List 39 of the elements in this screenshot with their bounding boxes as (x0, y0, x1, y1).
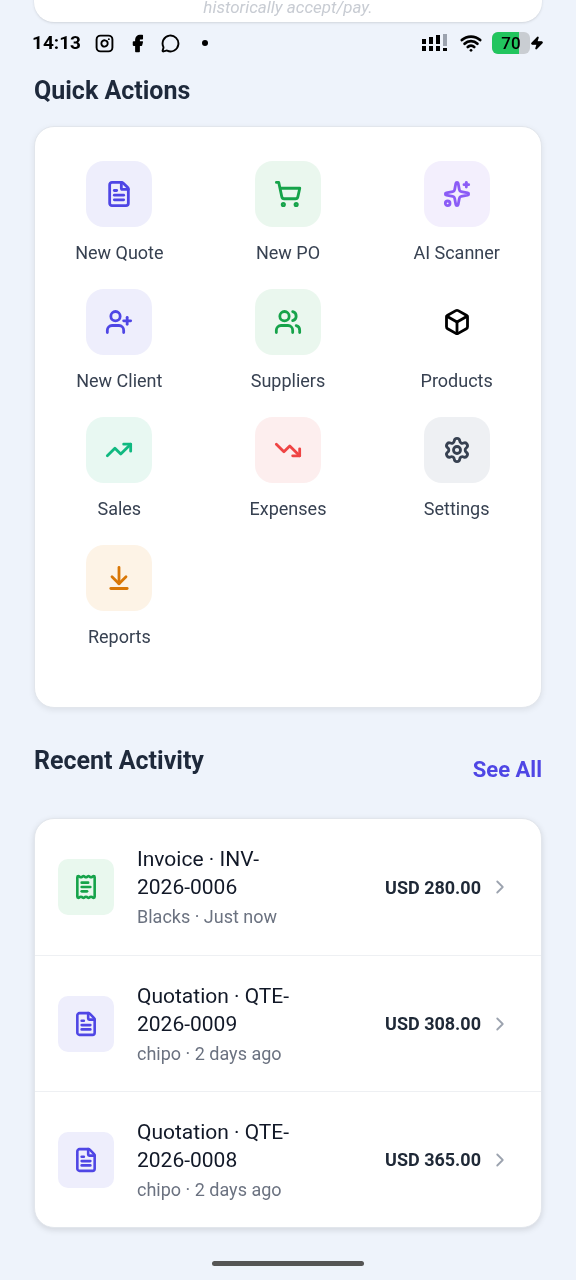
settings-icon (442, 436, 471, 464)
see-all-link[interactable]: See All (472, 756, 542, 784)
quick-action-button[interactable]: Settings (372, 417, 541, 525)
activity-amount: USD 365.00 (385, 1148, 481, 1172)
activity-subtitle: chipo · 2 days ago (137, 1177, 283, 1202)
activity-row[interactable]: Invoice · INV-2026-0006 Blacks · Just now USD 280.00 (35, 819, 541, 955)
activity-amount: USD 308.00 (385, 1012, 481, 1036)
document-icon (73, 1010, 99, 1037)
chat-bubble-icon (160, 33, 180, 53)
section-title: Recent Activity (34, 746, 204, 776)
quick-action-button[interactable]: Expenses (203, 417, 373, 525)
people-icon (274, 308, 302, 336)
activity-title: Quotation · QTE-2026-0008 (137, 1118, 291, 1174)
document-icon (73, 1146, 99, 1173)
add-person-icon (105, 308, 134, 336)
quick-action-button[interactable]: New Quote (35, 161, 204, 269)
quick-action-button[interactable]: Suppliers (203, 289, 373, 397)
cube-icon (442, 308, 471, 336)
wifi-icon (458, 32, 484, 54)
activity-subtitle: Blacks · Just now (137, 905, 279, 929)
receipt-icon (73, 874, 99, 900)
quick-action-button[interactable]: New PO (203, 161, 373, 269)
signal-icon (422, 34, 450, 52)
quick-action-button[interactable]: Reports (35, 545, 204, 653)
activity-title: Invoice · INV-2026-0006 (137, 846, 260, 901)
activity-subtitle: chipo · 2 days ago (137, 1041, 283, 1066)
quick-action-button[interactable]: Sales (35, 417, 204, 525)
activity-row[interactable]: Quotation · QTE-2026-0008 chipo · 2 days ago USD 365.00 (35, 1091, 541, 1227)
camera-app-icon (94, 33, 114, 53)
quick-action-button[interactable]: New Client (35, 289, 204, 397)
sparkles-icon (442, 180, 471, 208)
section-title: Quick Actions (34, 76, 192, 106)
activity-title: Quotation · QTE-2026-0009 (137, 982, 291, 1038)
quick-action-button[interactable]: Products (372, 289, 541, 397)
quick-action-button[interactable]: AI Scanner (372, 161, 541, 269)
cart-icon (274, 180, 302, 208)
activity-row[interactable]: Quotation · QTE-2026-0009 chipo · 2 days ago USD 308.00 (35, 955, 541, 1091)
activity-amount: USD 280.00 (385, 875, 481, 900)
status-time: 14:13 (32, 29, 81, 56)
